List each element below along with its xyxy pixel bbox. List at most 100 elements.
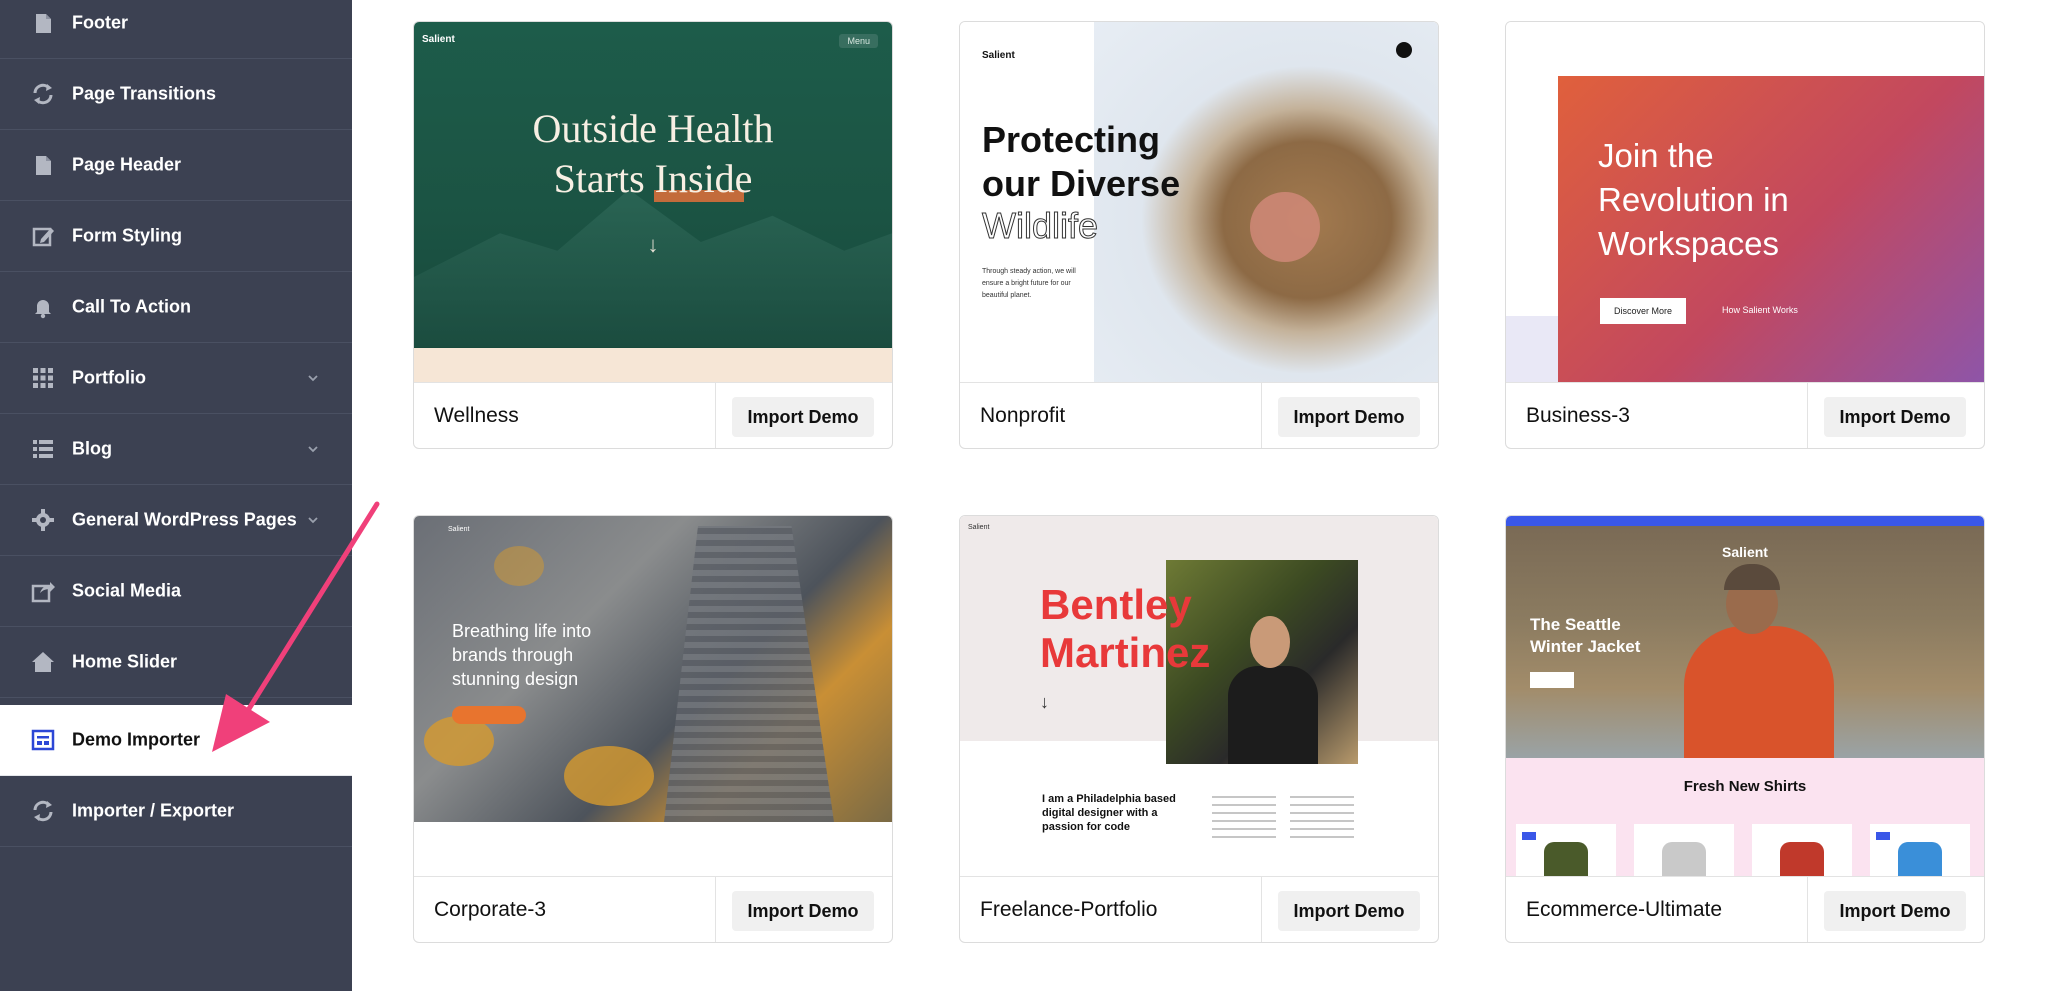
demo-preview-wellness[interactable]: Salient Menu Outside Health Starts Insid…: [414, 22, 892, 382]
chevron-down-icon[interactable]: [306, 513, 320, 527]
sidebar-item-footer[interactable]: Footer: [0, 0, 352, 59]
document-icon: [36, 14, 51, 33]
down-arrow-icon: ↓: [647, 232, 659, 257]
chevron-down-icon[interactable]: [306, 371, 320, 385]
sidebar-item-portfolio[interactable]: Portfolio: [0, 343, 352, 414]
sidebar-item-label: Importer / Exporter: [72, 800, 235, 821]
import-demo-button[interactable]: Import Demo: [1278, 891, 1420, 931]
sidebar-item-call-to-action[interactable]: Call To Action: [0, 272, 352, 343]
demo-card-business-3: Join the Revolution in Workspaces Discov…: [1505, 21, 1985, 449]
divider: [1261, 383, 1262, 448]
preview-headline: brands through: [452, 645, 574, 665]
preview-headline: Protecting: [982, 119, 1161, 160]
sidebar-item-label: Call To Action: [72, 296, 191, 317]
divider: [715, 877, 716, 942]
preview-shirt: [1898, 842, 1942, 876]
menu-dot-icon: [1396, 42, 1412, 58]
import-demo-button[interactable]: Import Demo: [1278, 397, 1420, 437]
sidebar-item-demo-importer[interactable]: Demo Importer: [0, 705, 352, 776]
demo-card-corporate-3: Salient Breathing life into brands throu…: [413, 515, 893, 943]
preview-headline: Revolution in: [1598, 181, 1789, 218]
sidebar-item-label: Page Header: [72, 154, 182, 175]
demo-card-footer: Business-3 Import Demo: [1506, 382, 1984, 448]
home-icon: [32, 652, 54, 672]
preview-bio: I am a Philadelphia based digital design…: [1042, 793, 1176, 833]
preview-band: [414, 348, 892, 382]
preview-headline: Outside Health: [532, 106, 774, 151]
demo-grid: Salient Menu Outside Health Starts Insid…: [352, 0, 2048, 991]
sidebar-item-page-transitions[interactable]: Page Transitions: [0, 59, 352, 130]
preview-headline: our Diverse: [982, 163, 1181, 204]
share-icon: [31, 582, 55, 603]
sidebar-item-label: General WordPress Pages: [72, 509, 297, 530]
divider: [1807, 877, 1808, 942]
sidebar-item-importer-exporter[interactable]: Importer / Exporter: [0, 776, 352, 847]
preview-accent-block: [1506, 316, 1558, 382]
preview-section-title: Fresh New Shirts: [1683, 778, 1807, 795]
demo-preview-corporate-3[interactable]: Salient Breathing life into brands throu…: [414, 516, 892, 876]
demo-title: Ecommerce-Ultimate: [1526, 898, 1723, 921]
demo-preview-freelance-portfolio[interactable]: Salient Bentley Martinez ↓ I am a Philad…: [960, 516, 1438, 876]
demo-title: Corporate-3: [434, 898, 547, 921]
sidebar-item-general-wordpress-pages[interactable]: General WordPress Pages: [0, 485, 352, 556]
sidebar-item-label: Demo Importer: [72, 729, 201, 750]
preview-headline: The Seattle: [1530, 615, 1621, 634]
import-demo-button[interactable]: Import Demo: [1824, 891, 1966, 931]
divider: [1807, 383, 1808, 448]
list-icon: [33, 440, 53, 458]
demo-title: Nonprofit: [980, 404, 1066, 427]
demo-card-footer: Ecommerce-Ultimate Import Demo: [1506, 876, 1984, 942]
preview-headline: Breathing life into: [452, 621, 592, 641]
sidebar-item-label: Footer: [72, 12, 128, 33]
chevron-down-icon[interactable]: [306, 442, 320, 456]
preview-headline: Bentley: [1040, 581, 1192, 628]
sidebar-item-label: Social Media: [72, 580, 182, 601]
grid-icon: [33, 368, 53, 388]
preview-jacket: [1684, 626, 1834, 758]
import-demo-button[interactable]: Import Demo: [1824, 397, 1966, 437]
import-demo-button[interactable]: Import Demo: [732, 397, 874, 437]
preview-menu: Menu: [839, 34, 878, 48]
demo-card-wellness: Salient Menu Outside Health Starts Insid…: [413, 21, 893, 449]
preview-headline: Wildlife: [981, 205, 1099, 247]
sidebar-item-page-header[interactable]: Page Header: [0, 130, 352, 201]
preview-headline: Starts Inside: [553, 156, 753, 201]
sidebar-item-blog[interactable]: Blog: [0, 414, 352, 485]
bell-icon: [35, 300, 51, 319]
preview-cta: Discover More: [1600, 298, 1686, 324]
sidebar-item-social-media[interactable]: Social Media: [0, 556, 352, 627]
preview-body-text: Through steady action, we will ensure a …: [982, 268, 1076, 299]
demo-card-footer: Freelance-Portfolio Import Demo: [960, 876, 1438, 942]
preview-monkey-face: [1250, 192, 1320, 262]
preview-headline: Winter Jacket: [1530, 637, 1641, 656]
sidebar-item-home-slider[interactable]: Home Slider: [0, 627, 352, 698]
preview-shirt: [1662, 842, 1706, 876]
preview-brand: Salient: [422, 34, 455, 45]
import-demo-button[interactable]: Import Demo: [732, 891, 874, 931]
app-root: Footer Page Transitions Page Header Form…: [0, 0, 2048, 991]
down-arrow-icon: ↓: [1040, 692, 1049, 712]
sidebar-item-form-styling[interactable]: Form Styling: [0, 201, 352, 272]
preview-headline: stunning design: [452, 669, 579, 689]
preview-sale-badge: [1522, 832, 1536, 840]
divider: [1261, 877, 1262, 942]
demo-card-footer: Wellness Import Demo: [414, 382, 892, 448]
preview-sale-badge: [1876, 832, 1890, 840]
preview-brand: Salient: [968, 524, 990, 531]
demo-preview-ecommerce-ultimate[interactable]: Salient The Seattle Winter Jacket Fresh …: [1506, 516, 1984, 876]
demo-card-footer: Nonprofit Import Demo: [960, 382, 1438, 448]
preview-brand: Salient: [982, 50, 1015, 61]
preview-headline: Join the: [1598, 137, 1714, 174]
document-icon: [36, 156, 51, 175]
preview-foliage: [564, 746, 654, 806]
preview-brand: Salient: [1722, 544, 1768, 560]
preview-shirt: [1544, 842, 1588, 876]
preview-cta: [1530, 672, 1574, 688]
demo-title: Freelance-Portfolio: [980, 898, 1158, 921]
sidebar-item-label: Portfolio: [72, 367, 146, 388]
divider: [715, 383, 716, 448]
preview-brand: Salient: [448, 526, 470, 533]
demo-preview-nonprofit[interactable]: Salient Protecting our Diverse Wildlife …: [960, 22, 1438, 382]
sidebar-item-label: Page Transitions: [72, 83, 217, 104]
demo-preview-business-3[interactable]: Join the Revolution in Workspaces Discov…: [1506, 22, 1984, 382]
